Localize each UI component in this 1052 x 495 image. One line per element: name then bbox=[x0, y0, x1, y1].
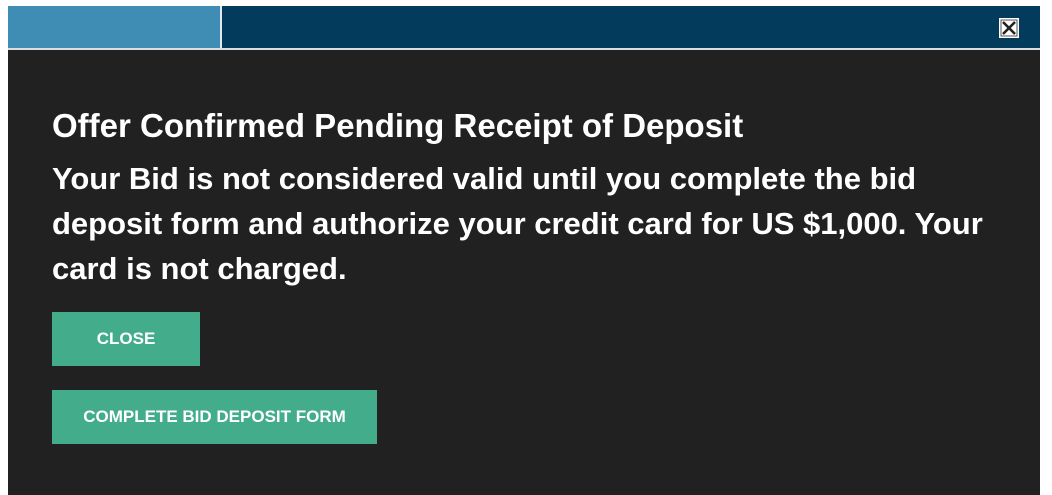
dialog-title: Offer Confirmed Pending Receipt of Depos… bbox=[52, 107, 744, 144]
dialog-message: Your Bid is not considered valid until y… bbox=[52, 161, 983, 286]
close-icon[interactable] bbox=[998, 17, 1020, 39]
tab-active[interactable] bbox=[8, 6, 222, 48]
dialog-content: Offer Confirmed Pending Receipt of Depos… bbox=[52, 104, 1012, 291]
offer-confirmed-dialog: Offer Confirmed Pending Receipt of Depos… bbox=[8, 6, 1040, 495]
close-button[interactable]: CLOSE bbox=[52, 312, 200, 366]
dialog-header-bar bbox=[8, 6, 1040, 50]
complete-bid-deposit-form-button[interactable]: COMPLETE BID DEPOSIT FORM bbox=[52, 390, 377, 444]
